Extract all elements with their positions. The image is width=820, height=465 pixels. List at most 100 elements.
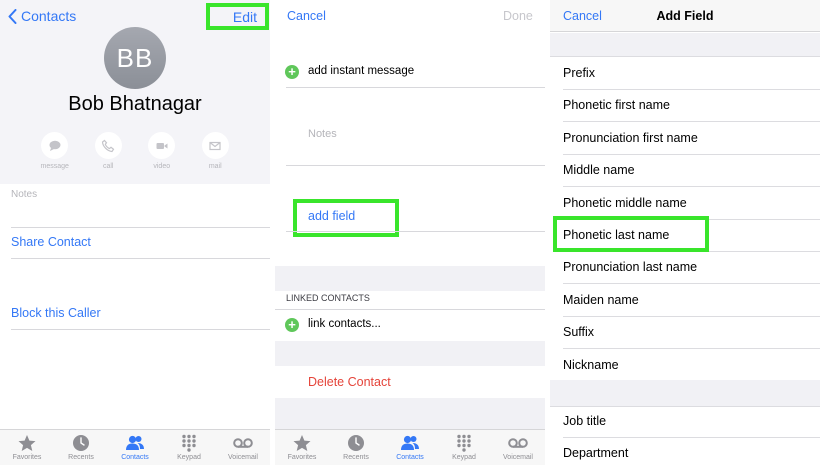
field-option[interactable]: Nickname — [563, 358, 619, 372]
divider — [563, 283, 820, 285]
keypad-icon — [182, 434, 196, 452]
call-action[interactable]: call — [82, 132, 136, 170]
divider — [563, 315, 820, 317]
clock-icon — [73, 435, 89, 451]
tab-keypad[interactable]: Keypad — [162, 434, 216, 465]
field-option[interactable]: Department — [563, 446, 628, 460]
delete-contact-button[interactable]: Delete Contact — [308, 375, 391, 389]
tab-voicemail[interactable]: Voicemail — [216, 434, 270, 465]
divider — [563, 348, 820, 350]
voicemail-icon — [233, 438, 253, 448]
divider — [11, 258, 270, 259]
edit-contact-panel: Cancel Done + add instant message Notes … — [275, 0, 545, 465]
tab-recents[interactable]: Recents — [54, 434, 108, 465]
divider — [550, 56, 820, 57]
tab-contacts[interactable]: Contacts — [383, 434, 437, 465]
keypad-icon — [457, 434, 471, 452]
cancel-button[interactable]: Cancel — [287, 9, 326, 23]
add-field-button[interactable]: add field — [308, 209, 355, 223]
divider — [11, 329, 270, 330]
back-to-contacts-button[interactable]: Contacts — [8, 8, 76, 24]
video-action[interactable]: video — [135, 132, 189, 170]
tab-keypad[interactable]: Keypad — [437, 434, 491, 465]
tab-label: Recents — [68, 454, 94, 461]
back-label: Contacts — [21, 8, 77, 24]
chevron-left-icon — [8, 8, 17, 24]
field-option[interactable]: Maiden name — [563, 293, 639, 307]
voicemail-icon — [508, 438, 528, 448]
add-field-panel: Cancel Add Field Prefix Phonetic first na… — [550, 0, 820, 465]
divider — [286, 231, 545, 232]
tab-label: Voicemail — [503, 454, 533, 461]
divider — [563, 153, 820, 155]
add-icon: + — [285, 318, 299, 332]
tab-favorites[interactable]: Favorites — [0, 434, 54, 465]
block-caller-button[interactable]: Block this Caller — [11, 306, 101, 320]
message-action-label: message — [40, 163, 69, 170]
divider — [286, 87, 545, 88]
divider — [563, 121, 820, 123]
message-icon — [41, 132, 69, 159]
tab-contacts[interactable]: Contacts — [108, 434, 162, 465]
section-spacer — [275, 341, 545, 366]
tab-bar: Favorites Recents Contacts Keypad Voicem… — [0, 429, 270, 465]
add-icon: + — [285, 65, 299, 79]
page-title: Add Field — [656, 9, 714, 23]
phonetic-last-name-highlight — [553, 216, 709, 252]
add-instant-message-button[interactable]: add instant message — [308, 65, 414, 77]
notes-label: Notes — [11, 189, 38, 200]
divider — [563, 437, 820, 438]
edit-button[interactable]: Edit — [206, 3, 269, 30]
contact-detail-panel: Contacts Edit BB Bob Bhatnagar message c… — [0, 0, 270, 465]
avatar-initials: BB — [116, 42, 154, 73]
tab-bar: Favorites Recents Contacts Keypad Voicem… — [275, 429, 545, 465]
notes-input[interactable]: Notes — [308, 128, 337, 140]
tab-label: Voicemail — [228, 454, 258, 461]
share-contact-button[interactable]: Share Contact — [11, 235, 91, 249]
phone-icon — [94, 132, 122, 159]
tab-label: Contacts — [121, 454, 149, 461]
divider — [563, 186, 820, 188]
star-icon — [293, 435, 311, 451]
tab-voicemail[interactable]: Voicemail — [491, 434, 545, 465]
field-option[interactable]: Pronunciation last name — [563, 260, 697, 274]
section-spacer — [275, 266, 545, 291]
field-option[interactable]: Pronunciation first name — [563, 131, 698, 145]
section-spacer — [550, 380, 820, 406]
tab-label: Keypad — [177, 454, 201, 461]
avatar: BB — [104, 27, 166, 89]
video-icon — [148, 132, 176, 159]
field-option[interactable]: Suffix — [563, 325, 594, 339]
field-option[interactable]: Phonetic first name — [563, 98, 670, 112]
tab-label: Contacts — [396, 454, 424, 461]
section-spacer — [275, 398, 545, 433]
tab-label: Favorites — [287, 454, 317, 461]
tab-label: Recents — [343, 454, 369, 461]
divider — [550, 406, 820, 407]
message-action[interactable]: message — [28, 132, 82, 170]
mail-action[interactable]: mail — [189, 132, 243, 170]
tab-favorites[interactable]: Favorites — [275, 434, 329, 465]
mail-action-label: mail — [208, 163, 222, 170]
link-contacts-button[interactable]: link contacts... — [308, 318, 381, 330]
contact-name: Bob Bhatnagar — [68, 93, 202, 115]
field-option[interactable]: Phonetic middle name — [563, 196, 687, 210]
divider — [275, 309, 545, 310]
video-action-label: video — [153, 163, 171, 170]
field-option[interactable]: Job title — [563, 414, 606, 428]
field-option[interactable]: Prefix — [563, 66, 595, 80]
mail-icon — [201, 132, 229, 159]
divider — [286, 165, 545, 166]
contact-actions: message call video mail — [28, 132, 242, 170]
contacts-icon — [401, 435, 419, 450]
clock-icon — [348, 435, 364, 451]
star-icon — [18, 435, 36, 451]
divider — [11, 227, 270, 228]
contacts-icon — [126, 435, 144, 450]
section-spacer — [550, 33, 820, 56]
done-button[interactable]: Done — [503, 9, 533, 23]
edit-label: Edit — [232, 8, 257, 25]
divider — [563, 89, 820, 90]
field-option[interactable]: Middle name — [563, 163, 635, 177]
tab-recents[interactable]: Recents — [329, 434, 383, 465]
